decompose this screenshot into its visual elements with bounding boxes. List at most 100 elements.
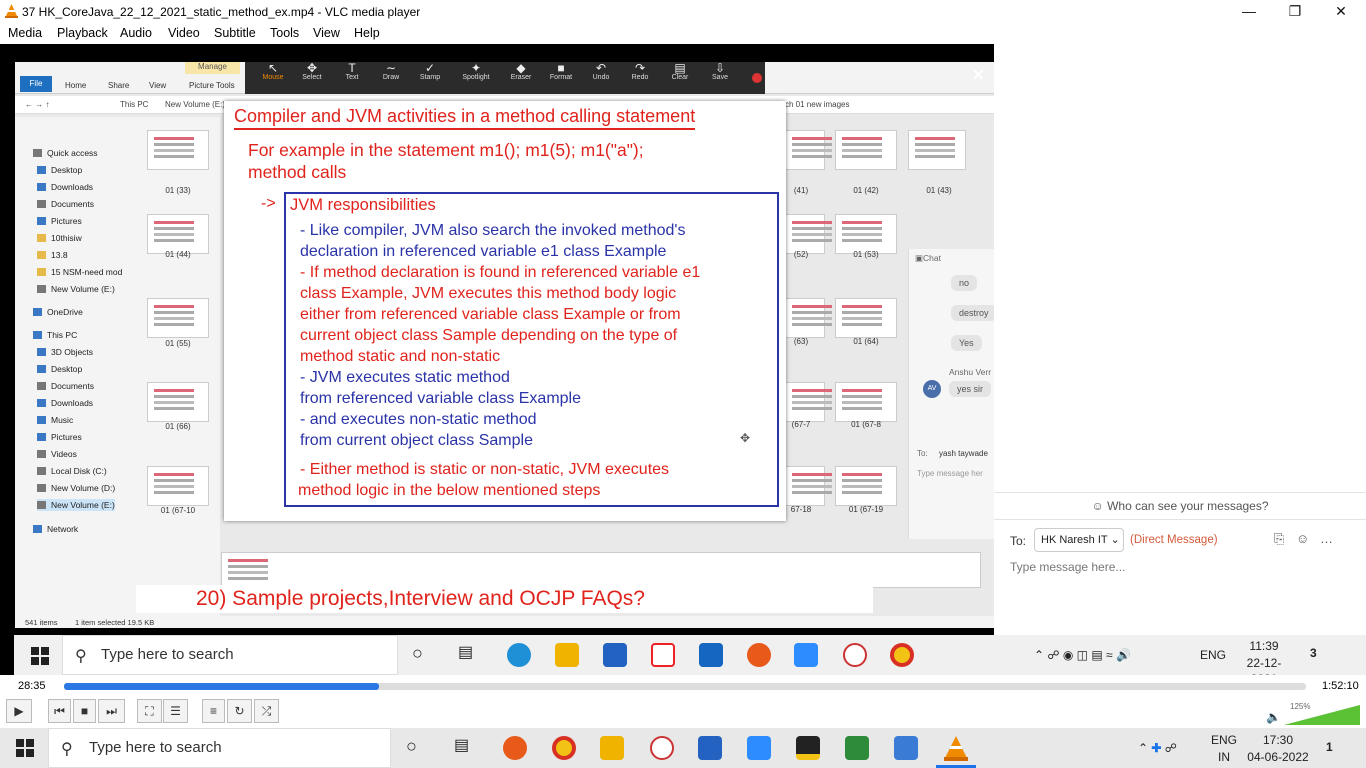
chat-icon: ▣ Chat: [915, 253, 941, 263]
download-icon: [37, 399, 46, 407]
file-label: 01 (64): [853, 337, 879, 346]
nav-item: New Volume (D:): [37, 482, 115, 494]
menu-playback[interactable]: Playback: [57, 26, 108, 40]
breadcrumb-item: New Volume (E:): [165, 100, 226, 109]
minimize-button[interactable]: —: [1226, 0, 1272, 23]
drive-icon: [37, 484, 46, 492]
tool-mouse: ↖ Mouse: [253, 62, 293, 82]
move-icon: ✥: [306, 61, 318, 75]
toolbar-close-icon: [752, 73, 762, 83]
close-overlay-icon: ✕: [972, 67, 985, 84]
total-time: 1:52:10: [1322, 680, 1359, 692]
play-button[interactable]: ▶: [6, 699, 32, 723]
loop-button[interactable]: ↻: [227, 699, 252, 723]
video-icon: [37, 450, 46, 458]
more-icon[interactable]: …: [1320, 531, 1333, 546]
window-title: 37 HK_CoreJava_22_12_2021_static_method_…: [22, 5, 421, 19]
menu-view[interactable]: View: [313, 26, 340, 40]
recorded-chat-panel: ▣ Chat no destroy Yes Anshu Verr AV yes …: [908, 249, 997, 539]
nav-item: 3D Objects: [37, 346, 93, 358]
chat-to-label: To:: [1010, 534, 1027, 548]
snip-icon: [843, 643, 867, 667]
file-icon[interactable]: ⎘: [1274, 531, 1284, 547]
recipient-select[interactable]: HK Naresh IT ⌄: [1034, 528, 1124, 552]
menu-help[interactable]: Help: [354, 26, 380, 40]
record-app-icon[interactable]: [503, 736, 527, 760]
restore-button[interactable]: ❐: [1272, 0, 1318, 23]
eraser-icon: ◆: [516, 61, 526, 75]
menu-media[interactable]: Media: [8, 26, 42, 40]
windows-start-icon[interactable]: [16, 739, 34, 757]
photos-icon[interactable]: [894, 736, 918, 760]
nav-item: New Volume (E:): [37, 283, 115, 295]
menu-video[interactable]: Video: [168, 26, 200, 40]
volume-control[interactable]: 🔈 125%: [1266, 702, 1362, 726]
menu-tools[interactable]: Tools: [270, 26, 299, 40]
slide-line: - Like compiler, JVM also search the inv…: [300, 222, 686, 239]
avatar: AV: [923, 380, 941, 398]
file-thumbnail-row: [221, 552, 981, 588]
nav-item: Local Disk (C:): [37, 465, 107, 477]
ribbon-manage: Manage: [185, 62, 240, 74]
tray-icons[interactable]: ⌃ ✚ ☍: [1138, 740, 1177, 756]
nav-item: 10thisiw: [37, 232, 82, 244]
tool-redo: ↷ Redo: [620, 62, 660, 82]
shuffle-button[interactable]: ⤮: [254, 699, 279, 723]
file-label: 01 (42): [853, 186, 879, 195]
file-label: 01 (53): [853, 250, 879, 259]
extended-settings-button[interactable]: ☰: [163, 699, 188, 723]
tool-format: ■ Format: [541, 62, 581, 82]
chat-bubble: Yes: [951, 335, 982, 351]
tray-time: 17:30: [1262, 733, 1294, 747]
stamp-icon: ✓: [424, 61, 436, 75]
playlist-button[interactable]: ≡: [202, 699, 225, 723]
seek-track[interactable]: [64, 683, 1306, 690]
seek-bar[interactable]: 28:35 1:52:10: [0, 675, 1366, 697]
sticky-notes-icon[interactable]: [796, 736, 820, 760]
previous-button[interactable]: ⏮: [48, 699, 71, 723]
file-thumbnail: [835, 130, 897, 170]
folder-icon: [37, 234, 46, 242]
fullscreen-button[interactable]: ⛶: [137, 699, 162, 723]
document-icon: [37, 200, 46, 208]
file-label: 01 (44): [165, 250, 191, 259]
drive-icon: [37, 501, 46, 509]
chart-app-icon[interactable]: [845, 736, 869, 760]
zoom-icon[interactable]: [747, 736, 771, 760]
chat-message-input[interactable]: Type message here...: [1010, 560, 1125, 574]
taskbar-search[interactable]: ⚲ Type here to search: [48, 728, 391, 768]
menu-audio[interactable]: Audio: [120, 26, 152, 40]
zoom-icon: [794, 643, 818, 667]
trash-icon: ▤: [674, 61, 686, 75]
menu-subtitle[interactable]: Subtitle: [214, 26, 256, 40]
emoji-icon[interactable]: ☺: [1296, 531, 1309, 546]
file-explorer-icon[interactable]: [600, 736, 624, 760]
stop-button[interactable]: ■: [73, 699, 96, 723]
chat-to-label: To:: [917, 449, 928, 458]
text-icon: T: [348, 61, 356, 75]
store-icon: [603, 643, 627, 667]
slide-line: - and executes non-static method: [300, 411, 537, 428]
cortana-icon[interactable]: ○: [406, 737, 417, 755]
gift-icon: [651, 643, 675, 667]
nav-item: OneDrive: [33, 306, 83, 318]
notification-icon[interactable]: 1: [1326, 739, 1333, 755]
task-view-icon[interactable]: ▤: [454, 738, 469, 754]
snip-icon[interactable]: [650, 736, 674, 760]
chrome-icon[interactable]: [552, 736, 576, 760]
nav-item: This PC: [33, 329, 77, 341]
close-button[interactable]: ✕: [1318, 0, 1364, 23]
document-icon: [37, 382, 46, 390]
file-thumbnail: [147, 466, 209, 506]
tray-lang: ENG: [1200, 648, 1227, 662]
speaker-icon[interactable]: 🔈: [1266, 710, 1281, 724]
search-icon: ⚲: [61, 741, 73, 758]
next-button[interactable]: ⏭: [98, 699, 125, 723]
slide-line: method logic in the below mentioned step…: [298, 482, 601, 499]
store-icon[interactable]: [698, 736, 722, 760]
tool-clear: ▤ Clear: [660, 61, 700, 82]
explorer-ribbon: File Home Share View Picture Tools Manag…: [15, 62, 994, 94]
volume-slider[interactable]: [1284, 705, 1360, 727]
mail-icon: [699, 643, 723, 667]
vlc-cone-icon[interactable]: [944, 736, 968, 762]
